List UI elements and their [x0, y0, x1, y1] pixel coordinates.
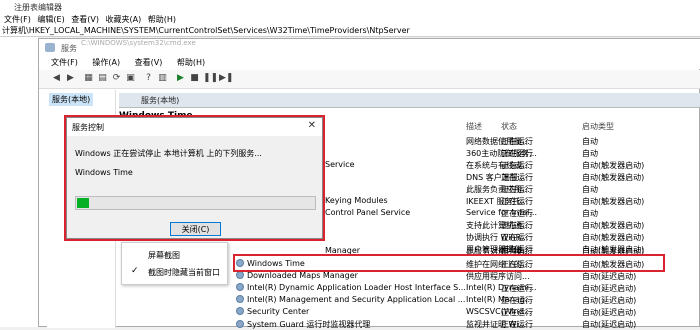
close-button[interactable]: 关闭(C) [170, 222, 221, 236]
properties-icon[interactable]: ▤ [97, 73, 108, 84]
registry-menu-edit[interactable]: 编辑(E) [37, 14, 64, 25]
services-menu-bar: 文件(F) 操作(A) 查看(V) 帮助(H) [39, 57, 700, 69]
forward-arrow-icon[interactable]: ▶ [65, 73, 76, 84]
registry-title-bar: 注册表编辑器 [0, 0, 700, 14]
registry-address-bar[interactable]: 计算机\HKEY_LOCAL_MACHINE\SYSTEM\CurrentCon… [0, 25, 700, 37]
registry-menu-view[interactable]: 查看(V) [71, 14, 99, 25]
back-arrow-icon[interactable]: ◀ [51, 73, 62, 84]
refresh-icon[interactable]: ⟳ [111, 73, 122, 84]
registry-title: 注册表编辑器 [14, 3, 62, 12]
gear-icon [236, 283, 244, 291]
services-title-bar: 服务 C:\WINDOWS\system32\cmd.exe [39, 39, 700, 57]
table-row[interactable]: Intel(R) Management and Security Applica… [39, 294, 700, 306]
services-app-icon [45, 43, 55, 52]
registry-menu-bar: 文件(F) 编辑(E) 查看(V) 收藏夹(A) 帮助(H) [0, 14, 700, 25]
services-pane-header: 服务(本地) [119, 93, 700, 108]
services-title: 服务 [61, 44, 77, 53]
registry-menu-file[interactable]: 文件(F) [4, 14, 31, 25]
restart-service-icon[interactable]: ▶❚ [219, 73, 233, 84]
stop-service-icon[interactable]: ■ [189, 73, 200, 84]
column-header-startup-type[interactable]: 启动类型 [582, 121, 614, 132]
registry-menu-help[interactable]: 帮助(H) [148, 14, 176, 25]
view-icon[interactable]: ▥ [157, 73, 168, 84]
export-list-icon[interactable]: ▣ [125, 73, 136, 84]
registry-menu-favorites[interactable]: 收藏夹(A) [106, 14, 142, 25]
checkmark-icon: ✓ [131, 266, 139, 276]
services-menu-file[interactable]: 文件(F) [51, 57, 78, 68]
help-icon[interactable]: ? [143, 73, 154, 84]
progress-fill [77, 198, 89, 208]
cmd-window-title: C:\WINDOWS\system32\cmd.exe [81, 39, 196, 47]
dialog-message: Windows 正在尝试停止 本地计算机 上的下列服务... [75, 149, 262, 158]
registry-path: 计算机\HKEY_LOCAL_MACHINE\SYSTEM\CurrentCon… [2, 26, 410, 35]
close-icon[interactable]: ✕ [308, 120, 316, 131]
context-menu: 屏幕截图 ✓ 截图时隐藏当前窗口 [121, 242, 228, 285]
service-control-dialog: 服务控制 ✕ Windows 正在尝试停止 本地计算机 上的下列服务... Wi… [66, 117, 323, 239]
services-pane-header-label: 服务(本地) [141, 96, 180, 105]
services-menu-help[interactable]: 帮助(H) [177, 57, 205, 68]
pause-service-icon[interactable]: ❚❚ [203, 73, 218, 84]
registry-tree-pane [0, 37, 38, 327]
dialog-title: 服务控制 [72, 123, 104, 132]
services-menu-action[interactable]: 操作(A) [92, 57, 120, 68]
services-toolbar: ◀ ▶ ▦ ▤ ⟳ ▣ ? ▥ ▶ ■ ❚❚ ▶❚ [39, 70, 700, 89]
menu-item-hide-window[interactable]: 截图时隐藏当前窗口 [148, 267, 220, 278]
menu-item-screenshot[interactable]: 屏幕截图 [148, 250, 180, 261]
dialog-title-bar: 服务控制 ✕ [67, 118, 322, 136]
column-header-description[interactable]: 描述 [466, 121, 482, 132]
tree-item-services-local[interactable]: 服务(本地) [49, 93, 94, 106]
gear-icon [236, 295, 244, 303]
table-row[interactable]: System Guard 运行时监视器代理 监视并证明 Wi... 正在运行 自动(延… [39, 318, 700, 330]
gear-icon [236, 271, 244, 279]
table-row[interactable]: Security Center WSCSVC(Wind... 正在运行 自动(延迟启动… [39, 306, 700, 318]
column-header-status[interactable]: 状态 [501, 121, 517, 132]
services-menu-view[interactable]: 查看(V) [135, 57, 163, 68]
start-service-icon[interactable]: ▶ [175, 73, 186, 84]
stop-progress-bar [75, 196, 316, 210]
gear-icon [236, 307, 244, 315]
windows-time-row-highlight [233, 254, 665, 272]
console-tree-icon[interactable]: ▦ [83, 73, 94, 84]
dialog-service-name: Windows Time [75, 168, 133, 177]
